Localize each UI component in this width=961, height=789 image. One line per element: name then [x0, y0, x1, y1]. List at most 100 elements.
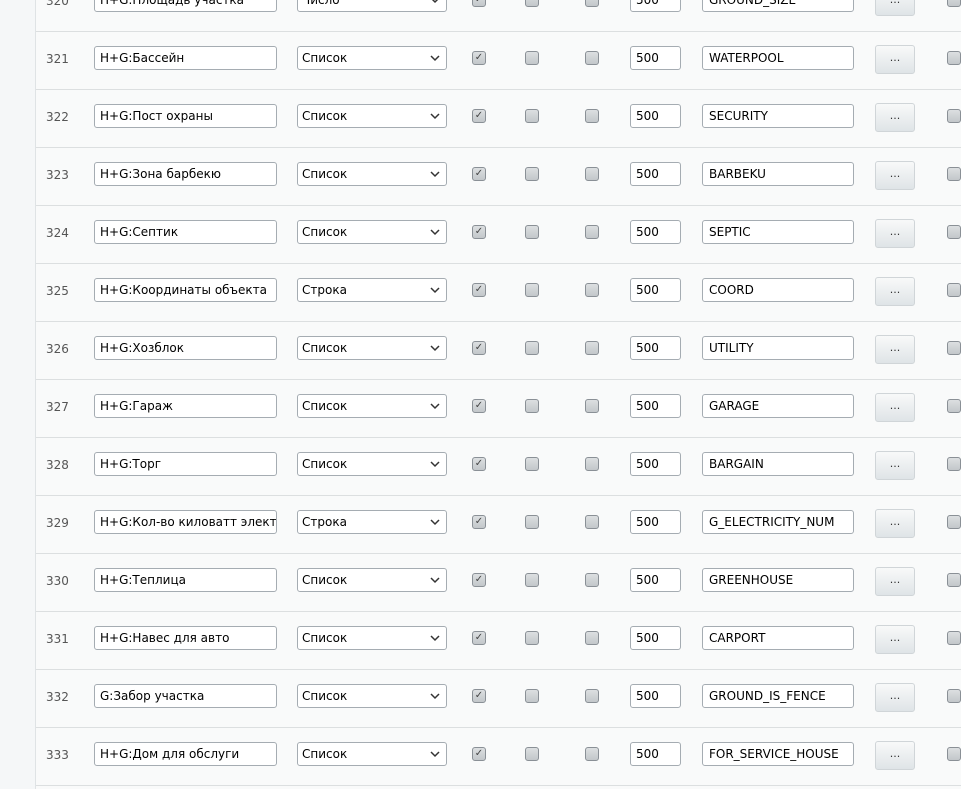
property-type-select[interactable]: Список: [297, 104, 447, 128]
sort-input[interactable]: 500: [630, 162, 681, 186]
property-code-input[interactable]: GARAGE: [702, 394, 854, 418]
multiple-checkbox[interactable]: [525, 457, 539, 471]
more-options-button[interactable]: ...: [875, 335, 915, 364]
property-name-input[interactable]: H+G:Зона барбекю: [94, 162, 277, 186]
multiple-checkbox[interactable]: [525, 283, 539, 297]
property-type-select[interactable]: Список: [297, 626, 447, 650]
required-checkbox[interactable]: [585, 341, 599, 355]
active-checkbox[interactable]: ✓: [472, 0, 486, 7]
delete-checkbox[interactable]: [947, 341, 961, 355]
property-name-input[interactable]: H+G:Площадь участка: [94, 0, 277, 12]
property-type-select[interactable]: Список: [297, 452, 447, 476]
required-checkbox[interactable]: [585, 689, 599, 703]
multiple-checkbox[interactable]: [525, 109, 539, 123]
sort-input[interactable]: 500: [630, 220, 681, 244]
sort-input[interactable]: 500: [630, 278, 681, 302]
required-checkbox[interactable]: [585, 283, 599, 297]
property-code-input[interactable]: WATERPOOL: [702, 46, 854, 70]
property-name-input[interactable]: H+G:Хозблок: [94, 336, 277, 360]
more-options-button[interactable]: ...: [875, 277, 915, 306]
property-type-select[interactable]: Список: [297, 568, 447, 592]
active-checkbox[interactable]: ✓: [472, 515, 486, 529]
sort-input[interactable]: 500: [630, 104, 681, 128]
property-code-input[interactable]: SECURITY: [702, 104, 854, 128]
required-checkbox[interactable]: [585, 399, 599, 413]
delete-checkbox[interactable]: [947, 573, 961, 587]
property-type-select[interactable]: Число: [297, 0, 447, 12]
required-checkbox[interactable]: [585, 0, 599, 7]
property-code-input[interactable]: G_ELECTRICITY_NUM: [702, 510, 854, 534]
property-type-select[interactable]: Список: [297, 162, 447, 186]
more-options-button[interactable]: ...: [875, 0, 915, 16]
active-checkbox[interactable]: ✓: [472, 109, 486, 123]
delete-checkbox[interactable]: [947, 51, 961, 65]
property-code-input[interactable]: GROUND_SIZE: [702, 0, 854, 12]
multiple-checkbox[interactable]: [525, 341, 539, 355]
more-options-button[interactable]: ...: [875, 625, 915, 654]
property-type-select[interactable]: Список: [297, 220, 447, 244]
property-name-input[interactable]: H+G:Торг: [94, 452, 277, 476]
property-name-input[interactable]: H+G:Кол-во киловатт электр: [94, 510, 277, 534]
active-checkbox[interactable]: ✓: [472, 631, 486, 645]
delete-checkbox[interactable]: [947, 515, 961, 529]
more-options-button[interactable]: ...: [875, 451, 915, 480]
active-checkbox[interactable]: ✓: [472, 225, 486, 239]
property-type-select[interactable]: Строка: [297, 510, 447, 534]
multiple-checkbox[interactable]: [525, 515, 539, 529]
more-options-button[interactable]: ...: [875, 393, 915, 422]
property-code-input[interactable]: COORD: [702, 278, 854, 302]
multiple-checkbox[interactable]: [525, 631, 539, 645]
active-checkbox[interactable]: ✓: [472, 283, 486, 297]
property-name-input[interactable]: H+G:Пост охраны: [94, 104, 277, 128]
multiple-checkbox[interactable]: [525, 689, 539, 703]
more-options-button[interactable]: ...: [875, 741, 915, 770]
multiple-checkbox[interactable]: [525, 51, 539, 65]
more-options-button[interactable]: ...: [875, 683, 915, 712]
property-name-input[interactable]: G:Забор участка: [94, 684, 277, 708]
delete-checkbox[interactable]: [947, 457, 961, 471]
property-code-input[interactable]: FOR_SERVICE_HOUSE: [702, 742, 854, 766]
delete-checkbox[interactable]: [947, 225, 961, 239]
property-code-input[interactable]: GREENHOUSE: [702, 568, 854, 592]
required-checkbox[interactable]: [585, 573, 599, 587]
property-name-input[interactable]: H+G:Септик: [94, 220, 277, 244]
property-name-input[interactable]: H+G:Гараж: [94, 394, 277, 418]
required-checkbox[interactable]: [585, 51, 599, 65]
more-options-button[interactable]: ...: [875, 219, 915, 248]
required-checkbox[interactable]: [585, 631, 599, 645]
required-checkbox[interactable]: [585, 167, 599, 181]
property-type-select[interactable]: Строка: [297, 278, 447, 302]
property-name-input[interactable]: H+G:Координаты объекта: [94, 278, 277, 302]
property-code-input[interactable]: BARBEKU: [702, 162, 854, 186]
sort-input[interactable]: 500: [630, 742, 681, 766]
property-code-input[interactable]: BARGAIN: [702, 452, 854, 476]
property-name-input[interactable]: H+G:Бассейн: [94, 46, 277, 70]
more-options-button[interactable]: ...: [875, 161, 915, 190]
sort-input[interactable]: 500: [630, 336, 681, 360]
active-checkbox[interactable]: ✓: [472, 167, 486, 181]
sort-input[interactable]: 500: [630, 394, 681, 418]
delete-checkbox[interactable]: [947, 283, 961, 297]
delete-checkbox[interactable]: [947, 109, 961, 123]
property-name-input[interactable]: H+G:Теплица: [94, 568, 277, 592]
delete-checkbox[interactable]: [947, 0, 961, 7]
sort-input[interactable]: 500: [630, 626, 681, 650]
more-options-button[interactable]: ...: [875, 509, 915, 538]
delete-checkbox[interactable]: [947, 631, 961, 645]
property-code-input[interactable]: SEPTIC: [702, 220, 854, 244]
required-checkbox[interactable]: [585, 109, 599, 123]
active-checkbox[interactable]: ✓: [472, 573, 486, 587]
sort-input[interactable]: 500: [630, 0, 681, 12]
property-type-select[interactable]: Список: [297, 684, 447, 708]
more-options-button[interactable]: ...: [875, 103, 915, 132]
property-type-select[interactable]: Список: [297, 336, 447, 360]
property-type-select[interactable]: Список: [297, 394, 447, 418]
delete-checkbox[interactable]: [947, 689, 961, 703]
delete-checkbox[interactable]: [947, 747, 961, 761]
required-checkbox[interactable]: [585, 515, 599, 529]
required-checkbox[interactable]: [585, 457, 599, 471]
delete-checkbox[interactable]: [947, 167, 961, 181]
property-type-select[interactable]: Список: [297, 742, 447, 766]
property-name-input[interactable]: H+G:Дом для обслуги: [94, 742, 277, 766]
sort-input[interactable]: 500: [630, 510, 681, 534]
